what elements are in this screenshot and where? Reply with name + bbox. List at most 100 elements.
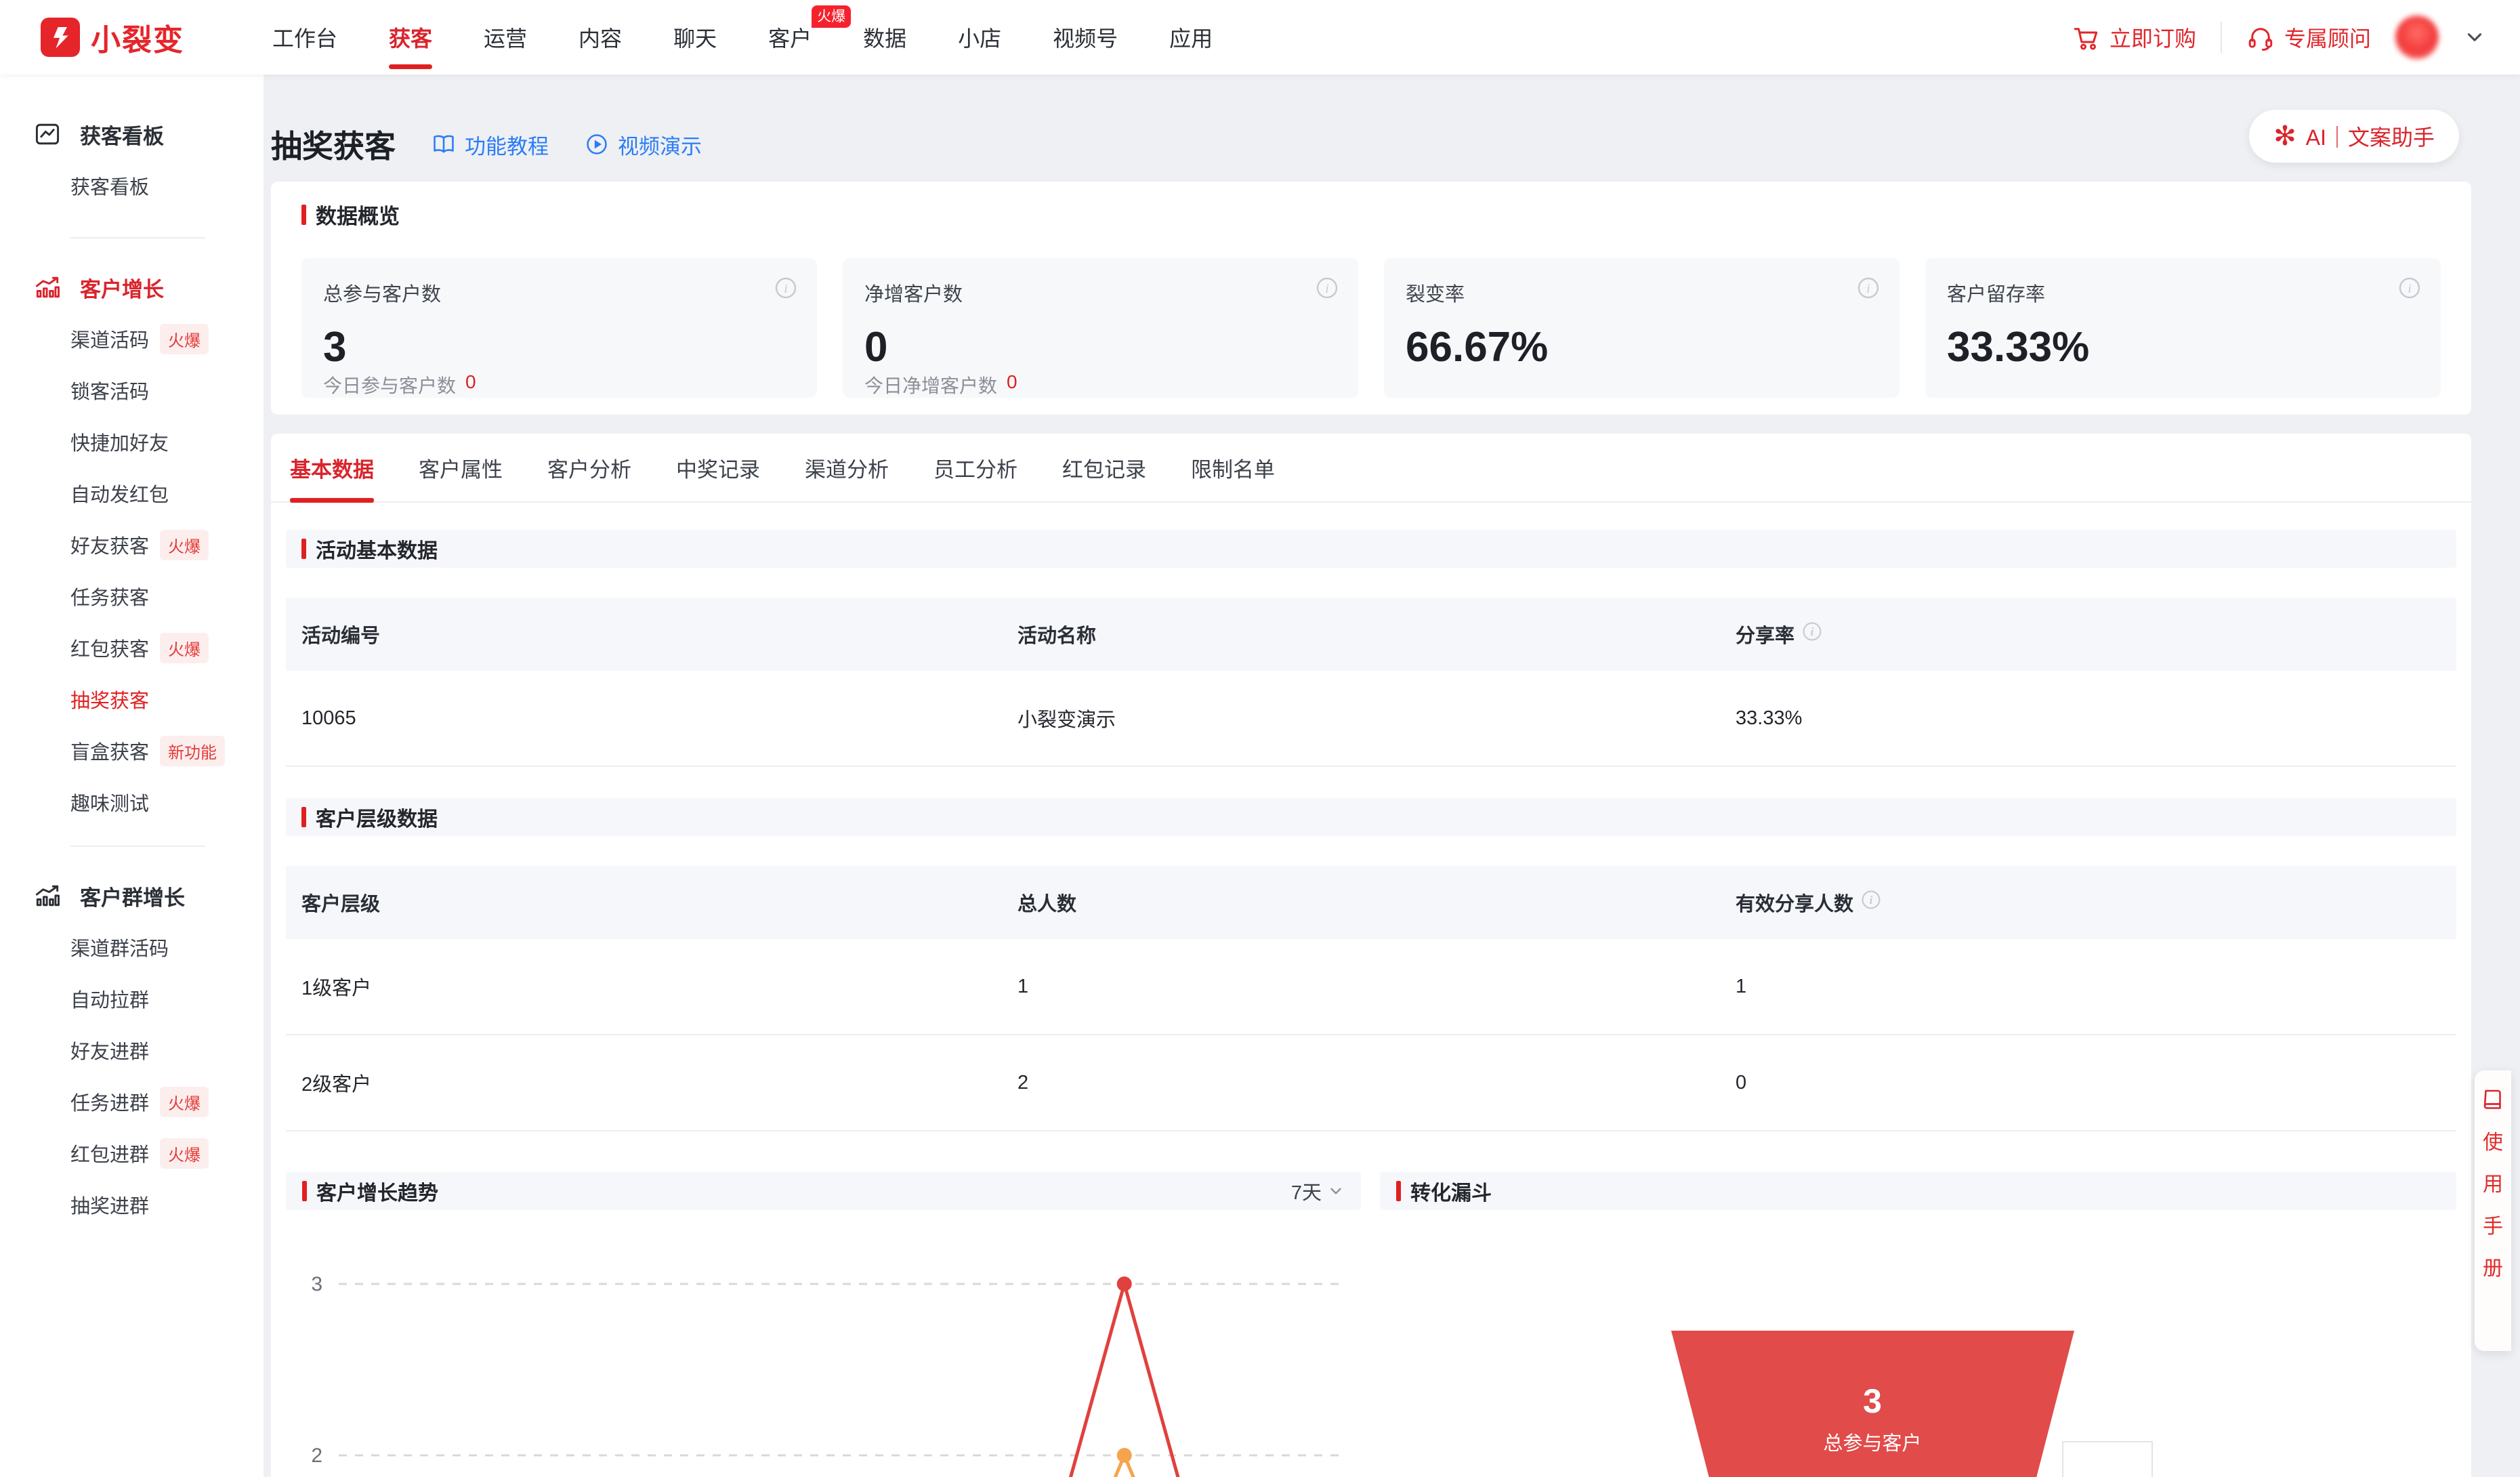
hot-badge: 火爆 — [812, 5, 852, 28]
nav-item-operation[interactable]: 运营 — [484, 0, 527, 75]
stat-label: 净增客户数 — [864, 284, 963, 306]
overview-title-label: 数据概览 — [316, 205, 400, 228]
sidebar-item-redpacket-join-group[interactable]: 红包进群 火爆 — [0, 1127, 264, 1179]
basic-data-section-title: 活动基本数据 — [286, 530, 2456, 568]
sidebar-item-task-join-group[interactable]: 任务进群 火爆 — [0, 1076, 264, 1127]
svg-text:i: i — [2408, 282, 2411, 296]
sidebar-item-fun-test[interactable]: 趣味测试 — [0, 776, 264, 828]
chevron-down-icon[interactable] — [2463, 26, 2486, 49]
nav-item-customer[interactable]: 客户 火爆 — [768, 0, 852, 75]
sidebar-item-auto-redpacket[interactable]: 自动发红包 — [0, 467, 264, 519]
sidebar-item-blindbox-acquisition[interactable]: 盲盒获客 新功能 — [0, 725, 264, 776]
ai-copy-assistant-label: AI｜文案助手 — [2305, 125, 2435, 150]
info-icon[interactable]: i — [1801, 621, 1823, 648]
avatar[interactable] — [2395, 16, 2439, 59]
tab-basic-data[interactable]: 基本数据 — [290, 434, 374, 503]
user-manual-tab[interactable]: 使 用 手 册 — [2475, 1070, 2511, 1351]
nav-item-workbench[interactable]: 工作台 — [272, 0, 337, 75]
nav-item-apps[interactable]: 应用 — [1169, 0, 1213, 75]
video-demo-link[interactable]: 视频演示 — [584, 129, 702, 160]
sidebar-item-friend-acquisition[interactable]: 好友获客 火爆 — [0, 519, 264, 570]
sidebar-item-redpacket-acquisition[interactable]: 红包获客 火爆 — [0, 622, 264, 673]
tutorial-link-label: 功能教程 — [465, 134, 549, 159]
col-valid-share: 有效分享人数 i — [1736, 888, 2456, 917]
sidebar-item-lottery-acquisition[interactable]: 抽奖获客 — [0, 673, 264, 725]
page-header: 抽奖获客 功能教程 视频演示 — [271, 114, 702, 175]
sidebar-item-quick-add[interactable]: 快捷加好友 — [0, 416, 264, 467]
tutorial-link[interactable]: 功能教程 — [431, 129, 549, 160]
svg-text:i: i — [1325, 282, 1328, 296]
nav-item-content[interactable]: 内容 — [579, 0, 622, 75]
info-icon[interactable]: i — [1315, 276, 1339, 304]
red-accent-bar — [301, 204, 306, 225]
sidebar-item-kanban[interactable]: 获客看板 — [0, 160, 264, 211]
basic-section-label: 活动基本数据 — [316, 540, 438, 562]
chevron-down-icon — [1330, 1188, 1341, 1194]
nav-item-chat[interactable]: 聊天 — [673, 0, 717, 75]
sidebar-item-channel-code[interactable]: 渠道活码 火爆 — [0, 313, 264, 365]
growth-chart-icon — [35, 276, 60, 298]
sidebar-item-task-acquisition[interactable]: 任务获客 — [0, 570, 264, 622]
tab-redpacket-records[interactable]: 红包记录 — [1062, 434, 1146, 501]
tab-customer-attributes[interactable]: 客户属性 — [419, 434, 503, 501]
stat-footer: 今日净增客户数 0 — [864, 371, 1337, 398]
dashboard-icon — [35, 123, 60, 145]
stat-label: 客户留存率 — [1947, 284, 2046, 306]
tab-channel-analysis[interactable]: 渠道分析 — [805, 434, 889, 501]
info-icon[interactable]: i — [1860, 889, 1882, 916]
cell-valid-share: 0 — [1736, 1071, 1747, 1094]
order-now-button[interactable]: 立即订购 — [2072, 22, 2196, 53]
cell-activity-id: 10065 — [301, 707, 356, 729]
growth-trend-chart[interactable]: 32 — [286, 1220, 1361, 1477]
nav-item-shop[interactable]: 小店 — [958, 0, 1001, 75]
sidebar-section-group-growth[interactable]: 客户群增长 — [0, 870, 264, 921]
sidebar-item-label: 红包获客 — [70, 639, 150, 661]
activity-data-card: 基本数据 客户属性 客户分析 中奖记录 渠道分析 员工分析 红包记录 限制名单 … — [271, 434, 2471, 1477]
growth-trend-label: 客户增长趋势 — [316, 1182, 438, 1205]
tab-winning-records[interactable]: 中奖记录 — [676, 434, 760, 501]
info-icon[interactable]: i — [2397, 276, 2422, 304]
sidebar-item-group-channel-code[interactable]: 渠道群活码 — [0, 921, 264, 973]
level-section-label: 客户层级数据 — [316, 808, 438, 831]
trend-line — [1113, 1453, 1135, 1477]
hot-badge: 火爆 — [160, 632, 209, 663]
tab-restricted-list[interactable]: 限制名单 — [1191, 434, 1275, 501]
level-data-section-title: 客户层级数据 — [286, 798, 2456, 836]
sidebar-item-auto-group[interactable]: 自动拉群 — [0, 973, 264, 1024]
sidebar-section-customer-growth[interactable]: 客户增长 — [0, 262, 264, 313]
manual-char: 手 — [2483, 1215, 2503, 1238]
info-icon[interactable]: i — [774, 276, 798, 304]
tab-staff-analysis[interactable]: 员工分析 — [933, 434, 1017, 501]
sidebar-item-lottery-join-group[interactable]: 抽奖进群 — [0, 1179, 264, 1230]
nav-item-data[interactable]: 数据 — [863, 0, 906, 75]
stat-card-fission-rate: 裂变率 i 66.67% — [1384, 258, 1899, 398]
col-activity-name: 活动名称 — [1017, 625, 1097, 647]
sidebar-section-kanban[interactable]: 获客看板 — [0, 108, 264, 160]
ai-copy-assistant-button[interactable]: ✻ AI｜文案助手 — [2249, 110, 2459, 163]
nav-item-video[interactable]: 视频号 — [1053, 0, 1118, 75]
sidebar-divider — [70, 237, 205, 238]
sidebar-item-label: 渠道活码 — [70, 330, 150, 352]
y-axis-tick-label: 2 — [311, 1444, 322, 1467]
tab-customer-analysis[interactable]: 客户分析 — [547, 434, 631, 501]
data-point[interactable] — [1116, 1448, 1132, 1463]
hot-badge: 火爆 — [160, 529, 209, 560]
info-icon[interactable]: i — [1856, 276, 1881, 304]
brand-logo[interactable]: 小裂变 — [41, 16, 184, 59]
manual-char: 册 — [2483, 1257, 2503, 1280]
growth-trend-section-title: 客户增长趋势 7天 — [286, 1172, 1361, 1210]
manual-char: 使 — [2483, 1131, 2503, 1154]
advisor-button[interactable]: 专属顾问 — [2246, 22, 2371, 53]
data-overview-card: 数据概览 总参与客户数 i 3 今日参与客户数 0 净增客户数 i 0 今日净增… — [271, 182, 2471, 415]
conversion-funnel-chart[interactable]: 3 总参与客户 — [1380, 1220, 2458, 1477]
nav-item-acquisition[interactable]: 获客 — [389, 0, 432, 75]
group-growth-icon — [35, 885, 60, 907]
range-selector[interactable]: 7天 — [1291, 1177, 1345, 1205]
sidebar-item-label: 任务进群 — [70, 1093, 150, 1115]
page-title: 抽奖获客 — [271, 129, 396, 164]
sidebar-item-friend-join-group[interactable]: 好友进群 — [0, 1024, 264, 1076]
advisor-label: 专属顾问 — [2284, 26, 2371, 51]
funnel-stage-label: 总参与客户 — [1823, 1432, 1921, 1455]
data-point[interactable] — [1116, 1276, 1132, 1291]
sidebar-item-lock-code[interactable]: 锁客活码 — [0, 365, 264, 416]
